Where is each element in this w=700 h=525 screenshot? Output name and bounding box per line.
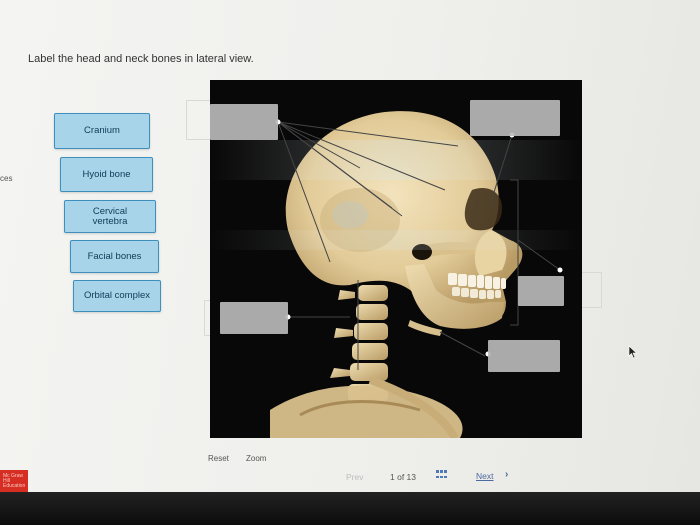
label-chip-hyoid-bone[interactable]: Hyoid bone [60, 157, 153, 192]
label-chip-text: Cervical vertebra [92, 205, 128, 227]
chevron-right-icon[interactable]: › [505, 469, 508, 480]
logo-text: Mc Graw Hill Education [3, 473, 26, 489]
page-indicator: 1 of 13 [390, 472, 416, 482]
label-chip-facial-bones[interactable]: Facial bones [70, 240, 159, 273]
grid-icon[interactable] [436, 470, 448, 480]
mouse-cursor-icon [628, 345, 638, 359]
label-chip-orbital-complex[interactable]: Orbital complex [73, 280, 161, 312]
drop-zone-mid-left[interactable] [220, 302, 288, 334]
orbit-shape [464, 188, 502, 231]
label-chip-text: Orbital complex [84, 290, 150, 301]
label-chip-text: Cranium [84, 125, 120, 136]
label-chip-cranium[interactable]: Cranium [54, 113, 150, 149]
label-chip-cervical-vertebra[interactable]: Cervical vertebra [64, 200, 156, 233]
label-chip-text: Hyoid bone [82, 168, 131, 180]
instruction-text: Label the head and neck bones in lateral… [28, 53, 254, 65]
drop-zone-mid-right[interactable] [518, 276, 564, 306]
publisher-logo: Mc Graw Hill Education [0, 470, 28, 492]
label-chip-text: Facial bones [87, 250, 142, 262]
cut-off-sidebar-text: ces [0, 174, 13, 183]
drop-zone-top-left[interactable] [210, 104, 278, 140]
prev-button[interactable]: Prev [346, 472, 363, 482]
skull-lateral-figure [210, 80, 582, 438]
drop-zone-top-right[interactable] [470, 100, 560, 136]
reset-button[interactable]: Reset [208, 454, 229, 463]
drop-zone-bottom-right[interactable] [488, 340, 560, 372]
monitor-bezel [0, 492, 700, 525]
next-button[interactable]: Next [476, 471, 493, 481]
screen: Label the head and neck bones in lateral… [0, 0, 700, 492]
zoom-button[interactable]: Zoom [246, 454, 266, 463]
